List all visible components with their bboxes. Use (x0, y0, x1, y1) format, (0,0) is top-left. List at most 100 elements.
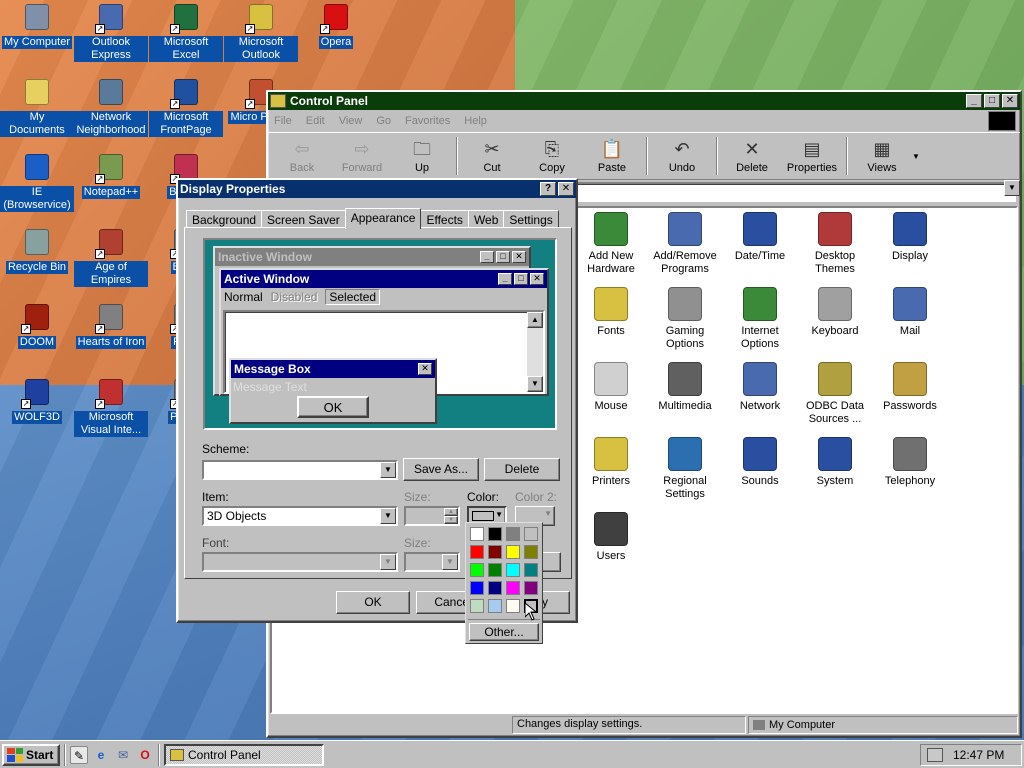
tab-background[interactable]: Background (186, 210, 263, 228)
start-button[interactable]: Start (2, 743, 60, 766)
chevron-down-icon[interactable]: ▼ (442, 554, 458, 570)
preview-menu-disabled[interactable]: Disabled (271, 290, 318, 304)
desktop-icon[interactable]: My Documents (0, 77, 74, 137)
appearance-preview[interactable]: Inactive Window _ □ ✕ Active Window _ □ ✕ No… (203, 238, 557, 430)
help-button[interactable]: ? (540, 182, 556, 196)
desktop-icon[interactable]: ↗ Microsoft Outlook (224, 2, 298, 62)
preview-ok-button[interactable]: OK (297, 396, 369, 418)
color-swatch[interactable] (488, 545, 502, 559)
desktop-icon[interactable]: IE (Browservice) (0, 152, 74, 212)
chevron-down-icon[interactable]: ▼ (380, 462, 396, 478)
color-swatch[interactable] (524, 545, 538, 559)
scheme-select[interactable]: ▼ (202, 460, 398, 480)
control-panel-item[interactable]: Add New Hardware (574, 212, 648, 276)
color-swatch[interactable] (506, 545, 520, 559)
color-palette-popup[interactable]: Other... (465, 522, 543, 644)
control-panel-item[interactable]: Regional Settings (648, 437, 722, 501)
views-dropdown-arrow-icon[interactable]: ▼ (912, 152, 920, 161)
color-swatch[interactable] (488, 581, 502, 595)
other-color-button[interactable]: Other... (469, 623, 539, 641)
display-settings-tray-icon[interactable] (927, 747, 943, 762)
desktop-icon[interactable]: ↗ Age of Empires (74, 227, 148, 287)
chevron-down-icon[interactable]: ▼ (380, 508, 396, 524)
control-panel-item[interactable]: Mail (873, 287, 947, 338)
color-swatch[interactable] (488, 527, 502, 541)
back-button[interactable]: ⇦ Back (272, 138, 332, 174)
outlook-express-quicklaunch-icon[interactable]: ✉ (114, 746, 132, 764)
menu-help[interactable]: Help (464, 115, 487, 127)
desktop-icon[interactable]: ↗ WOLF3D (0, 377, 74, 424)
dialog-close-button[interactable]: ✕ (558, 182, 574, 196)
control-panel-item[interactable]: Network (723, 362, 797, 413)
display-properties-titlebar[interactable]: Display Properties ? ✕ (178, 180, 576, 198)
desktop-icon[interactable]: ↗ Microsoft FrontPage (149, 77, 223, 137)
color-swatch[interactable] (470, 527, 484, 541)
save-as-button[interactable]: Save As... (403, 458, 479, 481)
clock[interactable]: 12:47 PM (953, 748, 1004, 762)
item-select[interactable]: 3D Objects ▼ (202, 506, 398, 526)
scroll-down-icon[interactable]: ▼ (527, 376, 543, 392)
control-panel-item[interactable]: System (798, 437, 872, 488)
control-panel-item[interactable]: Fonts (574, 287, 648, 338)
tab-settings[interactable]: Settings (503, 210, 559, 228)
desktop-icon[interactable]: ↗ Outlook Express (74, 2, 148, 62)
cut-button[interactable]: ✂ Cut (462, 138, 522, 174)
control-panel-item[interactable]: Keyboard (798, 287, 872, 338)
menu-view[interactable]: View (339, 115, 363, 127)
control-panel-item[interactable]: Gaming Options (648, 287, 722, 351)
desktop-icon[interactable]: ↗ Microsoft Visual Inte... (74, 377, 148, 437)
desktop-icon[interactable]: ↗ DOOM (0, 302, 74, 349)
preview-menu-selected[interactable]: Selected (325, 289, 381, 305)
color-swatch[interactable] (506, 563, 520, 577)
control-panel-item[interactable]: Users (574, 512, 648, 563)
control-panel-item[interactable]: Sounds (723, 437, 797, 488)
color-swatch[interactable] (524, 563, 538, 577)
forward-button[interactable]: ⇨ Forward (332, 138, 392, 174)
menu-favorites[interactable]: Favorites (405, 115, 450, 127)
undo-button[interactable]: ↶ Undo (652, 138, 712, 174)
desktop-icon[interactable]: My Computer (0, 2, 74, 49)
color-swatch[interactable] (524, 527, 538, 541)
show-desktop-icon[interactable]: ✎ (70, 745, 88, 764)
color-swatch[interactable] (506, 599, 520, 613)
opera-quicklaunch-icon[interactable]: O (136, 746, 154, 764)
control-panel-item[interactable]: Mouse (574, 362, 648, 413)
color-swatch[interactable] (470, 563, 484, 577)
color-swatch[interactable] (470, 581, 484, 595)
tab-effects[interactable]: Effects (420, 210, 469, 228)
copy-button[interactable]: ⎘ Copy (522, 138, 582, 174)
control-panel-item[interactable]: Display (873, 212, 947, 263)
color-swatch[interactable] (488, 563, 502, 577)
color-swatch[interactable] (470, 545, 484, 559)
control-panel-item[interactable]: ODBC Data Sources ... (798, 362, 872, 426)
menu-edit[interactable]: Edit (306, 115, 325, 127)
spinner-arrows-icon[interactable]: ▲ ▼ (444, 508, 458, 524)
chevron-down-icon[interactable]: ▼ (380, 554, 396, 570)
font-select[interactable]: ▼ (202, 552, 398, 572)
paste-button[interactable]: 📋 Paste (582, 138, 642, 174)
delete-button[interactable]: ✕ Delete (722, 138, 782, 174)
views-button[interactable]: ▦ Views (852, 138, 912, 174)
color-swatch[interactable] (524, 581, 538, 595)
control-panel-item[interactable]: Printers (574, 437, 648, 488)
close-button[interactable]: ✕ (1002, 94, 1018, 108)
control-panel-item[interactable]: Desktop Themes (798, 212, 872, 276)
control-panel-item[interactable]: Multimedia (648, 362, 722, 413)
tab-screen-saver[interactable]: Screen Saver (261, 210, 346, 228)
item-size-spinner[interactable]: ▲ ▼ (404, 506, 460, 526)
color-swatch[interactable] (506, 527, 520, 541)
up-button[interactable]: 🗀 Up (392, 138, 452, 174)
properties-button[interactable]: ▤ Properties (782, 138, 842, 174)
color-swatch[interactable] (470, 599, 484, 613)
control-panel-titlebar[interactable]: Control Panel _ □ ✕ (268, 92, 1020, 110)
desktop-icon[interactable]: ↗ Opera (299, 2, 373, 49)
color-swatch[interactable] (488, 599, 502, 613)
desktop-icon[interactable]: ↗ Notepad++ (74, 152, 148, 199)
preview-scrollbar[interactable]: ▲ ▼ (527, 312, 543, 392)
font-color-button[interactable] (541, 552, 561, 572)
control-panel-item[interactable]: Passwords (873, 362, 947, 413)
preview-menu-normal[interactable]: Normal (224, 290, 263, 304)
control-panel-item[interactable]: Date/Time (723, 212, 797, 263)
minimize-button[interactable]: _ (966, 94, 982, 108)
color-swatch[interactable] (506, 581, 520, 595)
